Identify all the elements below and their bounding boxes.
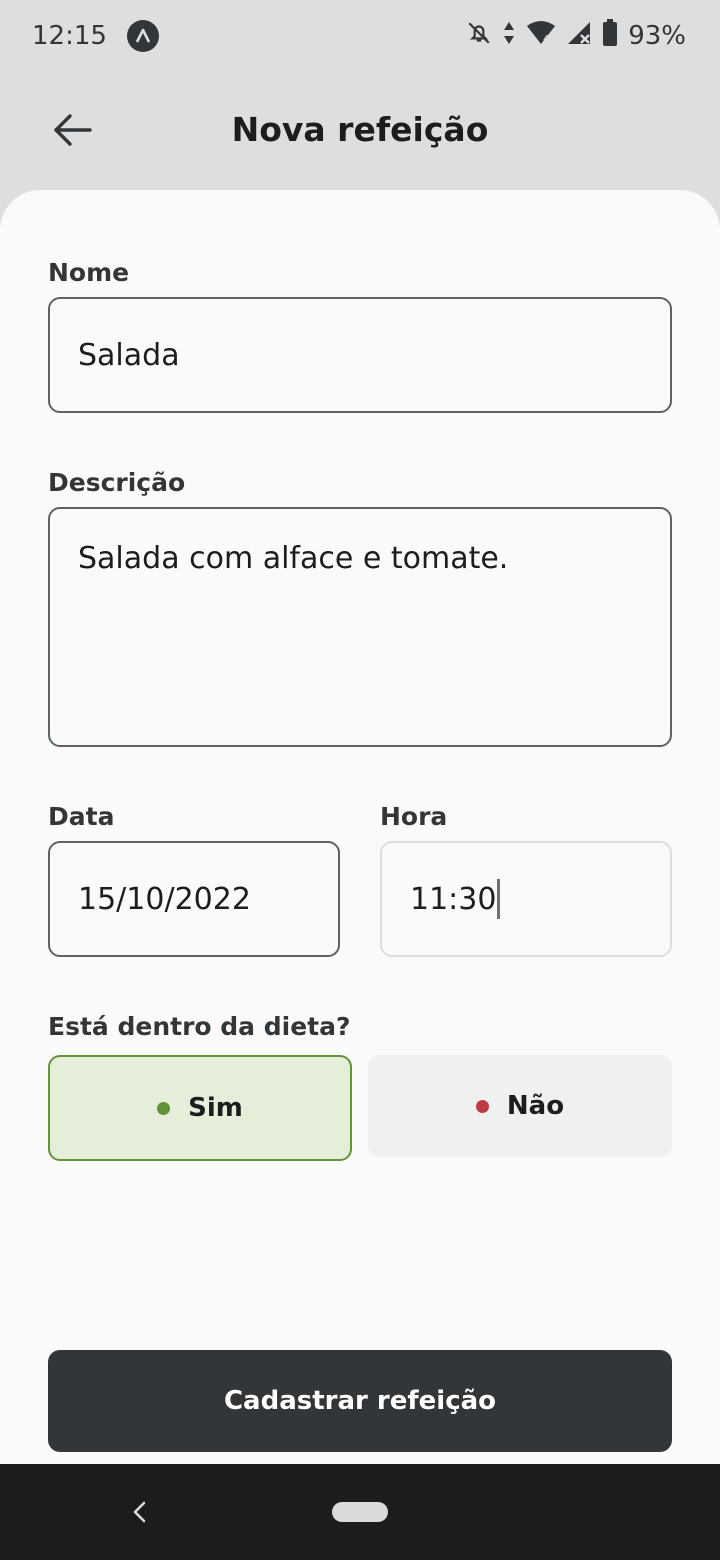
nav-back-button[interactable] xyxy=(124,1494,154,1530)
data-transfer-icon xyxy=(502,20,516,53)
battery-percentage: 93% xyxy=(628,21,686,51)
name-input-value: Salada xyxy=(78,337,180,373)
status-time: 12:15 xyxy=(32,21,107,51)
wifi-icon: 4 xyxy=(526,20,556,53)
time-label: Hora xyxy=(380,802,448,831)
date-label: Data xyxy=(48,802,115,831)
green-dot-icon xyxy=(157,1101,171,1115)
battery-icon xyxy=(602,18,618,54)
diet-question-label: Está dentro da dieta? xyxy=(48,1012,351,1041)
description-label: Descrição xyxy=(48,468,186,497)
date-input[interactable]: 15/10/2022 xyxy=(48,841,340,957)
submit-button[interactable]: Cadastrar refeição xyxy=(48,1350,672,1452)
notifications-off-icon xyxy=(466,20,492,53)
time-input-value: 11:30 xyxy=(410,881,497,917)
cell-signal-icon xyxy=(566,20,592,53)
submit-button-label: Cadastrar refeição xyxy=(223,1386,497,1416)
red-dot-icon xyxy=(475,1099,489,1113)
name-input[interactable]: Salada xyxy=(48,297,672,413)
name-label: Nome xyxy=(48,258,130,287)
time-input[interactable]: 11:30 xyxy=(380,841,672,957)
text-cursor xyxy=(497,879,501,919)
status-bar-left: 12:15 xyxy=(32,20,159,52)
page-title: Nova refeição xyxy=(231,110,489,149)
date-input-value: 15/10/2022 xyxy=(78,881,251,917)
diet-no-label: Não xyxy=(506,1091,565,1121)
chevron-left-icon xyxy=(133,1501,146,1523)
svg-text:4: 4 xyxy=(543,34,549,45)
form-sheet: Nome Salada Descrição Salada com alface … xyxy=(0,190,720,1464)
diet-yes-option[interactable]: Sim xyxy=(48,1055,352,1161)
header: Nova refeição xyxy=(0,72,720,192)
description-textarea-value: Salada com alface e tomate. xyxy=(78,541,509,576)
diet-no-option[interactable]: Não xyxy=(368,1055,672,1157)
app-icon xyxy=(126,20,159,52)
status-bar: 12:15 4 93% xyxy=(0,0,720,72)
home-pill-button[interactable] xyxy=(332,1502,388,1522)
status-bar-right: 4 93% xyxy=(466,18,686,54)
description-textarea[interactable]: Salada com alface e tomate. xyxy=(48,507,672,747)
diet-yes-label: Sim xyxy=(188,1093,243,1123)
